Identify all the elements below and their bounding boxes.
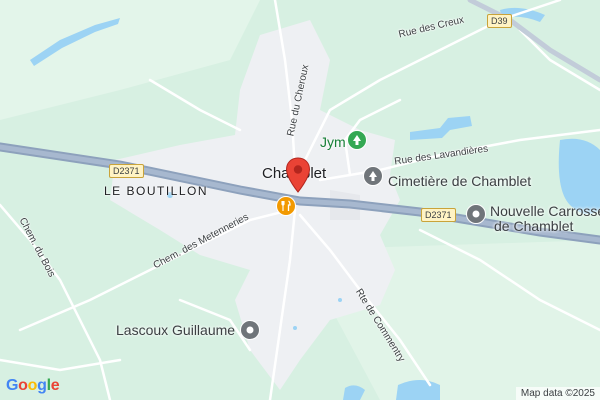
google-logo: Google — [6, 377, 60, 395]
logo-letter-g: G — [6, 377, 19, 394]
tree-icon[interactable] — [347, 130, 367, 150]
logo-letter-e: e — [50, 377, 60, 394]
restaurant-icon[interactable] — [276, 196, 296, 216]
road-shield-d39: D39 — [487, 14, 512, 28]
poi-label-carrosserie-line2[interactable]: de Chamblet — [494, 218, 573, 234]
map-base-layer — [0, 0, 600, 400]
hamlet-label[interactable]: LE BOUTILLON — [104, 184, 208, 198]
service-pin-icon[interactable] — [466, 204, 486, 224]
logo-letter-o: o — [27, 377, 38, 394]
poi-label-cemetery[interactable]: Cimetière de Chamblet — [388, 173, 531, 189]
map-canvas[interactable]: Rue des Creux Rue du Cheroux Rue des Lav… — [0, 0, 600, 400]
logo-letter-g: g — [37, 377, 47, 394]
road-shield-d2371-east: D2371 — [421, 208, 456, 222]
map-attribution[interactable]: Map data ©2025 — [515, 387, 600, 400]
location-marker-icon[interactable] — [285, 157, 311, 193]
road-shield-d2371-west: D2371 — [109, 164, 144, 178]
cemetery-icon[interactable] — [363, 166, 383, 186]
logo-letter-o: o — [18, 377, 28, 394]
poi-label-jym[interactable]: Jym — [320, 134, 346, 150]
poi-label-lascoux[interactable]: Lascoux Guillaume — [116, 322, 235, 338]
service-pin-icon[interactable] — [240, 320, 260, 340]
poi-label-carrosserie-line1[interactable]: Nouvelle Carrosserie — [490, 203, 600, 219]
